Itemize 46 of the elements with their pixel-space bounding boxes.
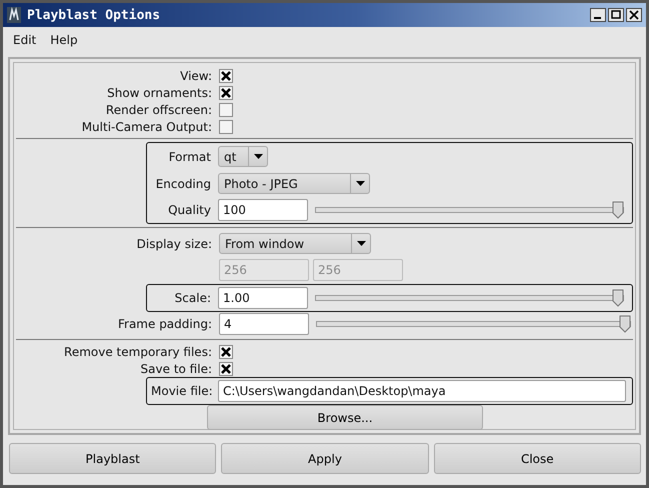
field-label: Remove temporary files: <box>63 344 212 358</box>
field-label: Multi-Camera Output: <box>80 120 212 134</box>
caret-icon <box>254 154 262 159</box>
input-field[interactable]: C:\Users\wangdandan\Desktop\maya <box>218 380 626 402</box>
caret-icon <box>356 181 364 186</box>
input-field[interactable]: 100 <box>218 199 308 221</box>
browse-button[interactable]: Browse... <box>207 405 483 430</box>
checkbox[interactable] <box>219 102 233 116</box>
field-label: Frame padding: <box>116 317 212 331</box>
field-label: Show ornaments: <box>106 86 212 100</box>
dialog-button[interactable]: Apply <box>221 443 429 474</box>
slider[interactable] <box>315 289 624 307</box>
slider[interactable] <box>315 201 624 219</box>
menu-item[interactable]: Edit <box>13 33 36 47</box>
app-icon <box>7 7 21 23</box>
slider-thumb[interactable] <box>612 201 624 219</box>
field-label: Render offscreen: <box>104 102 212 116</box>
field-label: Movie file: <box>151 384 211 398</box>
close-icon[interactable] <box>626 8 642 22</box>
dialog-button[interactable]: Playblast <box>9 443 216 474</box>
dialog-button[interactable]: Close <box>434 443 641 474</box>
input-field[interactable]: 1.00 <box>218 287 308 309</box>
dropdown[interactable]: From window <box>219 233 371 254</box>
field-label: Scale: <box>174 291 211 305</box>
field-label: Save to file: <box>140 362 212 376</box>
maximize-icon[interactable] <box>608 8 624 22</box>
field-label: Quality <box>167 203 211 217</box>
minimize-icon[interactable] <box>590 8 606 22</box>
checkbox[interactable] <box>219 68 233 82</box>
checkbox[interactable] <box>219 120 233 134</box>
dropdown[interactable]: Photo - JPEG <box>218 173 370 194</box>
field-label: View: <box>179 68 212 82</box>
window-title: Playblast Options <box>27 8 162 22</box>
slider-thumb[interactable] <box>612 289 624 307</box>
field-label: Format <box>168 150 211 164</box>
slider[interactable] <box>316 315 631 333</box>
checkbox[interactable] <box>219 344 233 358</box>
input-field[interactable]: 4 <box>219 313 309 335</box>
slider-thumb[interactable] <box>619 315 631 333</box>
dropdown[interactable]: qt <box>218 146 268 167</box>
field-label: Encoding <box>154 176 211 190</box>
caret-icon <box>356 241 366 246</box>
menu-item[interactable]: Help <box>50 33 78 47</box>
checkbox[interactable] <box>219 86 233 100</box>
checkbox[interactable] <box>219 362 233 376</box>
field-label: Display size: <box>136 236 212 250</box>
